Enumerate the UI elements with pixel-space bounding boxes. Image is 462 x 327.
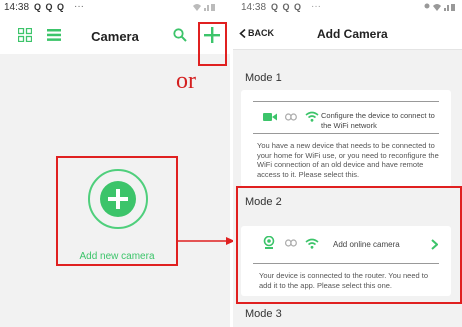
- notification-icons: Q Q Q: [271, 2, 303, 12]
- mode1-icons: [263, 111, 319, 122]
- arrow-annotation: [178, 237, 235, 245]
- location-wifi-signal-battery-icon: [424, 3, 455, 11]
- mode2-highlight-box: [236, 186, 462, 304]
- divider: [253, 101, 439, 102]
- status-time: 14:38: [4, 2, 30, 13]
- add-new-camera-label[interactable]: Add new camera: [58, 251, 176, 262]
- mode3-label: Mode 3: [245, 308, 282, 320]
- search-icon[interactable]: [173, 28, 187, 42]
- mode1-label: Mode 1: [245, 72, 282, 84]
- back-button[interactable]: BACK: [239, 28, 274, 38]
- divider: [253, 133, 439, 134]
- highlight-box: [198, 22, 227, 66]
- wifi-icon: [305, 111, 319, 122]
- chevron-left-icon: [239, 28, 246, 38]
- back-label[interactable]: BACK: [248, 28, 274, 38]
- page-title: Add Camera: [317, 27, 388, 41]
- status-bar: 14:38 Q Q Q ···: [233, 0, 462, 16]
- add-new-camera-area[interactable]: Add new camera: [56, 156, 178, 266]
- link-icon: [285, 112, 297, 121]
- mode1-card[interactable]: Configure the device to connect to the W…: [241, 90, 451, 187]
- app-header: Camera: [0, 16, 230, 66]
- mode1-option-text[interactable]: Configure the device to connect to the W…: [321, 111, 439, 130]
- system-icons: [424, 2, 456, 14]
- status-bar: 14:38 Q Q Q ···: [0, 0, 230, 16]
- more-notifications: ···: [311, 1, 321, 12]
- page-title: Camera: [91, 29, 139, 44]
- add-camera-circle-icon[interactable]: [88, 169, 148, 229]
- or-annotation: or: [176, 68, 196, 94]
- system-icons: [192, 2, 216, 14]
- left-phone-screen: 14:38 Q Q Q ··· Camera or Add new camera: [0, 0, 230, 327]
- notification-icons: Q Q Q: [34, 2, 66, 12]
- video-camera-icon: [263, 112, 277, 121]
- wifi-signal-battery-icon: [193, 4, 215, 11]
- more-notifications: ···: [74, 1, 84, 12]
- app-header: 14:38 Q Q Q ··· BACK Add Camera: [233, 0, 462, 50]
- status-time: 14:38: [241, 2, 267, 13]
- mode1-description: You have a new device that needs to be c…: [257, 141, 439, 179]
- add-camera-button[interactable]: [198, 22, 227, 66]
